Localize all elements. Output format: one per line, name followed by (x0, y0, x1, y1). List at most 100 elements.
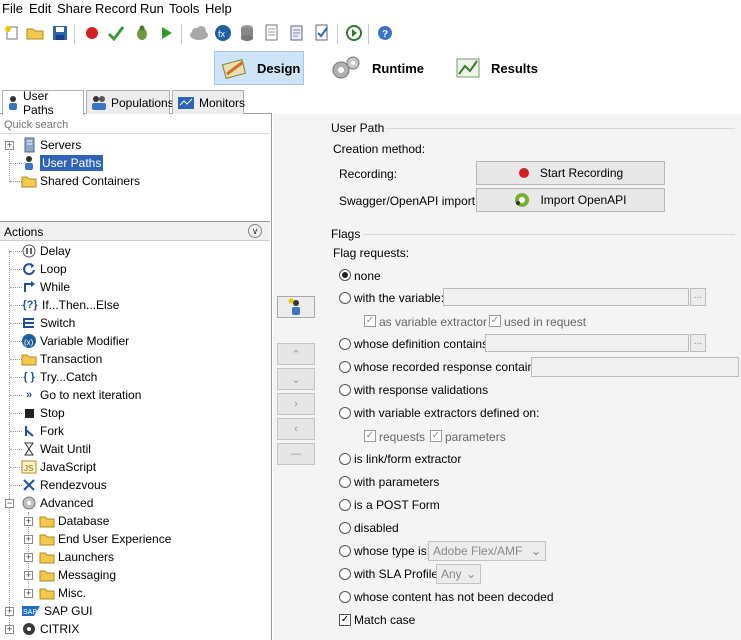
parameters-checkbox[interactable]: ✓ (430, 430, 442, 442)
tab-monitors[interactable]: Monitors (172, 90, 245, 114)
runtime-mode-button[interactable]: Runtime (330, 51, 430, 85)
remove-button[interactable]: — (277, 443, 315, 465)
record-icon[interactable] (81, 22, 103, 44)
action-javascript[interactable]: JS JavaScript (21, 458, 96, 476)
variable-browse-button[interactable]: ... (690, 288, 706, 306)
quick-search-input[interactable] (0, 116, 270, 134)
radio-sla-profile[interactable] (339, 568, 351, 580)
radio-whose-definition[interactable] (339, 338, 351, 350)
action-citrix[interactable]: CITRIX (21, 620, 79, 638)
used-in-request-checkbox[interactable]: ✓ (489, 315, 501, 327)
action-delay[interactable]: Delay (21, 242, 71, 260)
radio-whose-recorded[interactable] (339, 361, 351, 373)
notes-icon[interactable] (286, 22, 308, 44)
advanced-misc[interactable]: Misc. (39, 584, 86, 602)
new-project-icon[interactable] (1, 22, 23, 44)
formula-icon[interactable]: fx (212, 22, 234, 44)
launchers-expander[interactable]: + (24, 553, 33, 562)
radio-not-decoded[interactable] (339, 591, 351, 603)
checklist-icon[interactable] (311, 22, 333, 44)
tab-populations[interactable]: Populations (86, 90, 174, 114)
radio-post-form-label: is a POST Form (354, 498, 440, 512)
document-icon[interactable] (261, 22, 283, 44)
action-variable-modifier[interactable]: (x) Variable Modifier (21, 332, 129, 350)
action-switch[interactable]: Switch (21, 314, 75, 332)
action-rendezvous[interactable]: Rendezvous (21, 476, 107, 494)
radio-link-form[interactable] (339, 453, 351, 465)
cloud-icon[interactable] (188, 22, 210, 44)
action-go-to-next-iteration[interactable]: » Go to next iteration (21, 386, 141, 404)
move-up-button[interactable]: ⌃ (277, 343, 315, 365)
menu-help[interactable]: Help (205, 1, 232, 16)
menu-record[interactable]: Record (95, 1, 137, 16)
sap-gui-expander[interactable]: + (5, 607, 14, 616)
menu-file[interactable]: File (2, 1, 23, 16)
variable-name-field[interactable] (443, 288, 689, 306)
debug-bug-icon[interactable] (131, 22, 153, 44)
move-left-button[interactable]: ‹ (277, 418, 315, 440)
type-dropdown[interactable]: Adobe Flex/AMF ⌄ (428, 541, 546, 561)
messaging-expander[interactable]: + (24, 571, 33, 580)
radio-with-parameters[interactable] (339, 476, 351, 488)
action-if-then-else[interactable]: {?} If...Then...Else (21, 296, 119, 314)
recorded-response-field[interactable] (531, 357, 739, 377)
action-loop[interactable]: Loop (21, 260, 67, 278)
tab-user-paths[interactable]: User Paths (2, 89, 84, 117)
misc-expander[interactable]: + (24, 589, 33, 598)
save-icon[interactable] (49, 22, 71, 44)
check-icon[interactable] (105, 22, 127, 44)
results-mode-button[interactable]: Results (455, 51, 545, 85)
servers-expander[interactable]: + (5, 141, 14, 150)
radio-variable-extractors[interactable] (339, 407, 351, 419)
action-stop[interactable]: Stop (21, 404, 65, 422)
help-icon[interactable]: ? (374, 22, 396, 44)
action-wait-until[interactable]: Wait Until (21, 440, 91, 458)
advanced-end-user-experience[interactable]: End User Experience (39, 530, 171, 548)
requests-checkbox[interactable]: ✓ (364, 430, 376, 442)
definition-browse-button[interactable]: ... (690, 334, 706, 352)
sync-icon[interactable] (343, 22, 365, 44)
import-openapi-button[interactable]: Import OpenAPI (476, 188, 665, 212)
sla-profile-dropdown[interactable]: Any ⌄ (436, 564, 481, 584)
collapse-actions-icon[interactable]: ∨ (248, 224, 262, 238)
action-while[interactable]: While (21, 278, 70, 296)
match-case-checkbox[interactable]: ✓ (339, 614, 351, 626)
menu-run[interactable]: Run (140, 1, 164, 16)
action-fork[interactable]: Fork (21, 422, 64, 440)
end-user-experience-expander[interactable]: + (24, 535, 33, 544)
action-transaction[interactable]: Transaction (21, 350, 102, 368)
open-folder-icon[interactable] (24, 22, 46, 44)
tree-shared-containers[interactable]: Shared Containers (21, 172, 140, 190)
radio-post-form[interactable] (339, 499, 351, 511)
definition-contains-field[interactable] (485, 334, 689, 352)
citrix-expander[interactable]: + (5, 625, 14, 634)
advanced-expander[interactable]: − (5, 499, 14, 508)
advanced-database[interactable]: Database (39, 512, 109, 530)
radio-with-variable[interactable] (339, 292, 351, 304)
advanced-messaging[interactable]: Messaging (39, 566, 116, 584)
start-recording-button[interactable]: Start Recording (476, 161, 665, 185)
radio-whose-type[interactable] (339, 545, 351, 557)
switch-icon (21, 315, 37, 331)
radio-response-validations[interactable] (339, 384, 351, 396)
action-sap-gui[interactable]: SAP SAP GUI (21, 602, 92, 620)
radio-disabled[interactable] (339, 522, 351, 534)
advanced-launchers[interactable]: Launchers (39, 548, 114, 566)
move-down-button[interactable]: ⌄ (277, 368, 315, 390)
action-try-catch[interactable]: { } Try...Catch (21, 368, 97, 386)
menu-tools[interactable]: Tools (169, 1, 199, 16)
menu-edit[interactable]: Edit (29, 1, 51, 16)
move-right-button[interactable]: › (277, 393, 315, 415)
radio-none[interactable] (339, 269, 351, 281)
action-advanced[interactable]: Advanced (21, 494, 93, 512)
svg-text:fx: fx (218, 29, 226, 39)
add-user-path-button[interactable] (277, 296, 315, 318)
as-variable-extractor-checkbox[interactable]: ✓ (364, 315, 376, 327)
database-expander[interactable]: + (24, 517, 33, 526)
tree-servers[interactable]: Servers (21, 136, 81, 154)
menu-share[interactable]: Share (57, 1, 92, 16)
database-icon[interactable] (236, 22, 258, 44)
design-mode-button[interactable]: Design (214, 51, 304, 85)
play-icon[interactable] (155, 22, 177, 44)
tree-user-paths[interactable]: User Paths (21, 154, 104, 172)
